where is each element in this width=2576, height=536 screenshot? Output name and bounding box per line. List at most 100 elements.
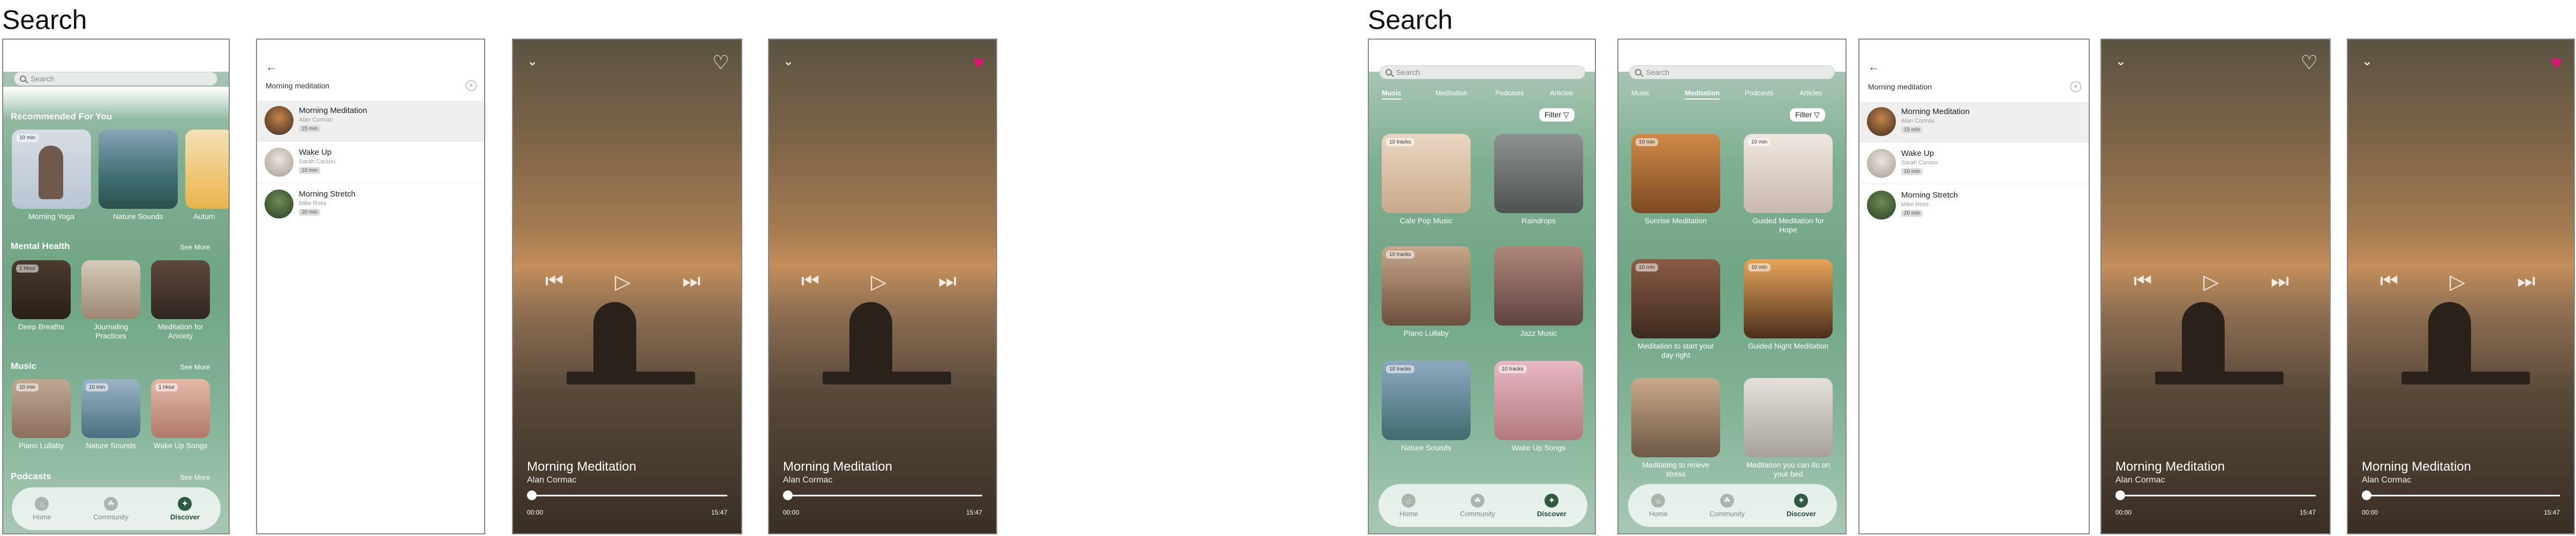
card-wake-up-songs[interactable]: 10 tracks — [1494, 361, 1583, 440]
bottom-navbar: ⌂ Home ☘ Community ✦ Discover — [1628, 484, 1837, 527]
card-nature-sounds[interactable]: 10 tracks — [1382, 361, 1471, 440]
filter-icon: ▽ — [1563, 110, 1569, 119]
card-meditation-anxiety[interactable] — [151, 260, 210, 319]
search-input[interactable]: Search — [1380, 65, 1585, 79]
card-sunrise-meditation[interactable]: 10 min — [1631, 134, 1720, 213]
heart-outline-icon[interactable]: ♡ — [712, 51, 729, 74]
bench-image — [823, 372, 951, 384]
skip-back-icon[interactable]: ⏮ — [801, 270, 819, 293]
play-icon[interactable]: ▷ — [871, 270, 886, 294]
result-row[interactable]: Wake Up Sarah Carson 10 min — [257, 142, 484, 183]
player-screen-2: ⌄ ♡ ⏮ ▷ ⏭ Morning Meditation Alan Cormac… — [2100, 39, 2331, 534]
clear-search-icon[interactable]: × — [2070, 81, 2081, 92]
card-jazz-music[interactable] — [1494, 246, 1583, 326]
tab-articles[interactable]: Articles — [1799, 89, 1822, 97]
skip-forward-icon[interactable]: ⏭ — [2517, 270, 2535, 293]
skip-forward-icon[interactable]: ⏭ — [682, 270, 701, 293]
nav-community[interactable]: ☘ Community — [1460, 493, 1495, 518]
progress-handle[interactable] — [783, 490, 793, 500]
result-row[interactable]: Morning Stretch Mike Ross 20 min — [1859, 185, 2089, 226]
progress-bar[interactable] — [2120, 495, 2316, 496]
card-piano-lullaby[interactable]: 10 tracks — [1382, 246, 1471, 326]
nav-home[interactable]: ⌂ Home — [1399, 493, 1418, 518]
back-arrow-icon[interactable]: ← — [1868, 60, 1880, 74]
skip-forward-icon[interactable]: ⏭ — [938, 270, 956, 293]
card-nature-sounds[interactable] — [99, 130, 178, 209]
nav-home[interactable]: ⌂ Home — [1649, 493, 1668, 518]
card-cafe-pop[interactable]: 10 tracks — [1382, 134, 1471, 213]
tab-music[interactable]: Music — [1382, 89, 1402, 100]
card-wake-up-songs[interactable]: 1 Hour — [151, 379, 210, 438]
section-music-title: Music — [11, 361, 37, 371]
heart-filled-icon[interactable]: ♥ — [2551, 51, 2562, 74]
filter-button[interactable]: Filter ▽ — [1790, 108, 1825, 122]
card-piano-lullaby[interactable]: 10 min — [12, 379, 71, 438]
card-guided-night[interactable]: 10 min — [1744, 259, 1833, 338]
progress-handle[interactable] — [2362, 490, 2371, 500]
nav-community[interactable]: ☘ Community — [1709, 493, 1745, 518]
card-guided-hope[interactable]: 10 min — [1744, 134, 1833, 213]
result-row[interactable]: Morning Meditation Alan Cormac 15 min — [1859, 102, 2089, 142]
card-deep-breaths[interactable]: 1 Hour — [12, 260, 71, 319]
search-query-field[interactable]: Morning meditation — [266, 81, 329, 90]
meditating-person-image — [2428, 302, 2471, 382]
home-icon: ⌂ — [1651, 493, 1666, 508]
chevron-down-icon[interactable]: ⌄ — [527, 54, 538, 69]
play-icon[interactable]: ▷ — [2203, 270, 2219, 294]
search-query-field[interactable]: Morning meditation — [1868, 82, 1932, 91]
card-nature-sounds-music[interactable]: 10 min — [81, 379, 140, 438]
mental-see-more-link[interactable]: See More — [180, 243, 210, 251]
tab-articles[interactable]: Articles — [1550, 89, 1573, 97]
chevron-down-icon[interactable]: ⌄ — [783, 54, 794, 69]
tab-meditation[interactable]: Meditation — [1685, 89, 1720, 100]
chevron-down-icon[interactable]: ⌄ — [2362, 54, 2372, 69]
chevron-down-icon[interactable]: ⌄ — [2115, 54, 2126, 69]
nav-discover[interactable]: ✦ Discover — [1537, 493, 1566, 518]
search-input[interactable]: Search — [1629, 65, 1835, 79]
clear-search-icon[interactable]: × — [466, 80, 477, 91]
nav-home[interactable]: ⌂ Home — [33, 496, 51, 521]
result-row[interactable]: Morning Stretch Mike Ross 20 min — [257, 184, 484, 225]
back-arrow-icon[interactable]: ← — [266, 60, 277, 74]
skip-back-icon[interactable]: ⏮ — [2380, 270, 2398, 293]
card-start-day[interactable]: 10 min — [1631, 259, 1720, 338]
search-icon — [20, 76, 26, 82]
search-input[interactable]: Search — [14, 72, 217, 86]
play-icon[interactable]: ▷ — [2450, 270, 2465, 294]
tab-podcasts[interactable]: Podcasts — [1495, 89, 1524, 97]
card-on-your-bed[interactable] — [1744, 378, 1833, 457]
filter-button[interactable]: Filter ▽ — [1539, 108, 1575, 122]
tab-music[interactable]: Music — [1631, 89, 1649, 97]
skip-forward-icon[interactable]: ⏭ — [2271, 270, 2289, 293]
section-mental-health-title: Mental Health — [11, 241, 70, 251]
progress-handle[interactable] — [2115, 490, 2125, 500]
nav-community[interactable]: ☘ Community — [93, 496, 129, 521]
music-tab-screen: Search Music Meditation Podcasts Article… — [1368, 39, 1596, 534]
section-podcasts-title: Podcasts — [11, 471, 51, 481]
skip-back-icon[interactable]: ⏮ — [545, 270, 563, 293]
nav-discover[interactable]: ✦ Discover — [1787, 493, 1816, 518]
result-row[interactable]: Morning Meditation Alan Cormac 15 min — [257, 101, 484, 141]
card-journaling[interactable] — [81, 260, 140, 319]
search-results-screen-2: ← Morning meditation × Morning Meditatio… — [1858, 39, 2090, 534]
card-raindrops[interactable] — [1494, 134, 1583, 213]
podcasts-see-more-link[interactable]: See More — [180, 473, 210, 481]
card-relieve-stress[interactable] — [1631, 378, 1720, 457]
progress-bar[interactable] — [531, 495, 727, 496]
nav-discover[interactable]: ✦ Discover — [170, 496, 200, 521]
heart-filled-icon[interactable]: ♥ — [973, 51, 984, 74]
progress-handle[interactable] — [527, 490, 537, 500]
tab-meditation[interactable]: Meditation — [1435, 89, 1467, 97]
progress-bar[interactable] — [787, 495, 982, 496]
play-icon[interactable]: ▷ — [615, 270, 630, 294]
progress-bar[interactable] — [2366, 495, 2560, 496]
skip-back-icon[interactable]: ⏮ — [2134, 270, 2152, 293]
bench-image — [2155, 372, 2284, 384]
tab-podcasts[interactable]: Podcasts — [1745, 89, 1773, 97]
music-see-more-link[interactable]: See More — [180, 363, 210, 371]
result-thumbnail — [1867, 149, 1896, 178]
card-morning-yoga[interactable]: 10 min — [12, 130, 91, 209]
heart-outline-icon[interactable]: ♡ — [2301, 51, 2318, 74]
result-row[interactable]: Wake Up Sarah Carson 10 min — [1859, 144, 2089, 184]
card-autumn[interactable] — [185, 130, 229, 209]
